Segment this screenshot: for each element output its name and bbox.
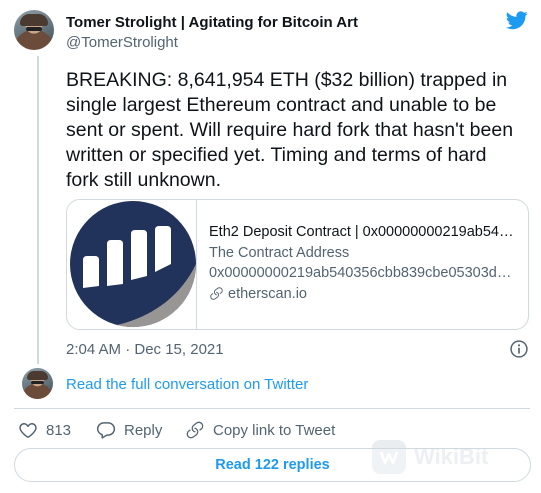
tweet-text: BREAKING: 8,641,954 ETH ($32 billion) tr… <box>66 69 514 191</box>
link-preview-card[interactable]: Eth2 Deposit Contract | 0x00000000219ab5… <box>66 199 529 330</box>
copy-link-label: Copy link to Tweet <box>213 421 336 439</box>
card-domain: etherscan.io <box>228 285 307 302</box>
etherscan-logo-icon <box>70 201 197 328</box>
link-icon <box>186 421 204 439</box>
card-title: Eth2 Deposit Contract | 0x00000000219ab5… <box>209 224 514 240</box>
read-replies-button[interactable]: Read 122 replies <box>14 448 531 482</box>
info-icon[interactable] <box>509 339 529 359</box>
like-count: 813 <box>46 421 72 439</box>
copy-link-button[interactable]: Copy link to Tweet <box>185 420 335 440</box>
author-handle[interactable]: @TomerStrolight <box>66 34 178 51</box>
reply-label: Reply <box>124 421 163 439</box>
like-button[interactable]: 813 <box>18 420 71 440</box>
reply-button[interactable]: Reply <box>96 420 162 440</box>
tweet-timestamp[interactable]: 2:04 AM · Dec 15, 2021 <box>66 341 224 358</box>
read-replies-label: Read 122 replies <box>215 457 330 473</box>
heart-icon <box>19 423 37 438</box>
conversation-avatar[interactable] <box>22 368 53 399</box>
card-thumbnail[interactable] <box>67 200 197 329</box>
card-address: 0x00000000219ab540356cbb839cbe05303d… <box>209 265 512 281</box>
card-domain-row: etherscan.io <box>209 284 519 305</box>
card-subtitle: The Contract Address <box>209 244 350 261</box>
twitter-bird-icon[interactable] <box>504 9 530 31</box>
thread-line <box>37 56 39 364</box>
link-icon <box>210 287 223 301</box>
author-avatar[interactable] <box>14 10 54 50</box>
reply-bubble-icon <box>96 422 116 439</box>
author-display-name[interactable]: Tomer Strolight | Agitating for Bitcoin … <box>66 14 358 31</box>
read-conversation-link[interactable]: Read the full conversation on Twitter <box>66 376 308 393</box>
actions-divider <box>14 408 530 409</box>
